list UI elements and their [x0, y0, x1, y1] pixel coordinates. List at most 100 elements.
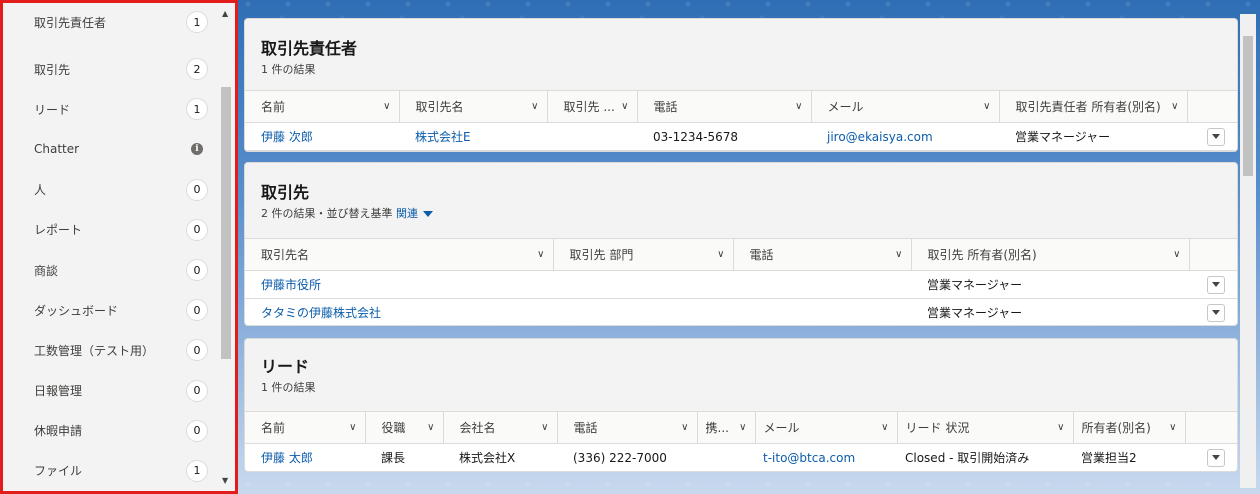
column-header[interactable]: メール ∨ [811, 90, 1000, 123]
scope-item-contacts[interactable]: 取引先責任者 1 [6, 3, 216, 49]
table-cell [553, 270, 733, 299]
scroll-down-icon[interactable]: ▼ [222, 476, 228, 485]
chevron-down-icon: ∨ [621, 101, 629, 112]
scope-label: ダッシュボード [34, 303, 119, 318]
column-header[interactable]: 名前 ∨ [245, 90, 400, 123]
chevron-down-icon: ∨ [349, 422, 357, 433]
search-scope-sidebar: 取引先責任者 1 取引先 2 リード 1 Chatter i 人0 レポート 0 商談 0 … [0, 0, 238, 494]
table-row: 伊藤 太郎 課長 株式会社X (336) 222-7000 t-ito@btca… [245, 443, 1237, 471]
phone-cell: 03-1234-5678 [637, 122, 811, 151]
card-title[interactable]: 取引先 [261, 179, 309, 203]
row-action-cell [1187, 122, 1237, 151]
column-header[interactable]: 取引先 ... ∨ [547, 90, 638, 123]
scope-item-accounts[interactable]: 取引先 2 [6, 49, 216, 89]
row-action-button[interactable] [1207, 448, 1225, 467]
result-count: 1 件の結果 [261, 63, 316, 76]
accounts-results-card: 取引先 2 件の結果・並び替え基準 関連 取引先名 ∨ 取引先 部門 ∨ 電話 ∨ 取… [244, 162, 1238, 326]
count-badge: 1 [186, 98, 208, 121]
actions-header [1185, 411, 1237, 444]
contacts-table: 名前 ∨ 取引先名 ∨ 取引先 ... ∨ 電話 ∨ メール ∨ 取引先責任者 所有者(別… [245, 90, 1237, 151]
count-badge: 0 [186, 419, 208, 442]
account-name-link[interactable]: 伊藤市役所 [245, 270, 553, 299]
scope-item-people[interactable]: 人0 [6, 170, 216, 210]
column-header[interactable]: リード 状況 ∨ [897, 411, 1074, 444]
leads-table: 名前 ∨ 役職 ∨ 会社名 ∨ 電話 ∨ 携... ∨ メール ∨ リード 状況 ∨ 所有者(… [245, 411, 1237, 471]
email-link[interactable]: jiro@ekaisya.com [811, 122, 999, 151]
account-name-link[interactable]: 株式会社E [399, 122, 547, 151]
table-row: タタミの伊藤株式会社 営業マネージャー [245, 298, 1237, 325]
column-header[interactable]: 電話 ∨ [557, 411, 698, 444]
column-header[interactable]: 携... ∨ [697, 411, 756, 444]
scope-item-leave-request[interactable]: 休暇申請 0 [6, 411, 216, 451]
scope-item-timesheet[interactable]: 工数管理（テスト用） 0 [6, 330, 216, 370]
column-header[interactable]: 所有者(別名) ∨ [1073, 411, 1186, 444]
contact-name-link[interactable]: 伊藤 次郎 [245, 122, 399, 151]
email-link[interactable]: t-ito@btca.com [755, 443, 897, 471]
column-header[interactable]: 役職 ∨ [365, 411, 444, 444]
count-badge: 0 [186, 379, 208, 402]
column-header[interactable]: 取引先責任者 所有者(別名) ∨ [999, 90, 1188, 123]
scope-label: ファイル [34, 464, 83, 479]
company-cell: 株式会社X [443, 443, 557, 471]
chevron-down-icon: ∨ [739, 422, 747, 433]
scope-item-reports[interactable]: レポート 0 [6, 210, 216, 250]
caret-down-icon [1212, 282, 1220, 287]
scope-item-daily-report[interactable]: 日報管理 0 [6, 371, 216, 411]
chevron-down-icon: ∨ [1173, 249, 1181, 260]
scope-item-opportunities[interactable]: 商談 0 [6, 250, 216, 290]
lead-name-link[interactable]: 伊藤 太郎 [245, 443, 365, 471]
sort-menu[interactable]: 関連 [396, 207, 433, 220]
row-action-button[interactable] [1207, 127, 1225, 146]
table-row: 伊藤市役所 営業マネージャー [245, 270, 1237, 299]
contacts-results-card: 取引先責任者 1 件の結果 名前 ∨ 取引先名 ∨ 取引先 ... ∨ 電話 ∨ メール… [244, 18, 1238, 152]
table-row: 伊藤 次郎 株式会社E 03-1234-5678 jiro@ekaisya.co… [245, 122, 1237, 151]
scope-item-leads[interactable]: リード 1 [6, 89, 216, 129]
caret-down-icon [1212, 310, 1220, 315]
caret-down-icon [423, 211, 433, 217]
row-action-button[interactable] [1207, 275, 1225, 294]
column-header[interactable]: 取引先 部門 ∨ [553, 238, 734, 271]
status-cell: Closed - 取引開始済み [897, 443, 1073, 471]
table-cell [553, 298, 733, 325]
scope-label: 休暇申請 [34, 424, 83, 439]
sidebar-scrollbar[interactable]: ▲ ▼ [219, 7, 233, 487]
accounts-table: 取引先名 ∨ 取引先 部門 ∨ 電話 ∨ 取引先 所有者(別名) ∨ 伊藤市役所 営業マ… [245, 238, 1237, 325]
scrollbar-thumb[interactable] [221, 87, 231, 359]
chevron-down-icon: ∨ [895, 249, 903, 260]
scrollbar-thumb[interactable] [1243, 36, 1253, 176]
chevron-down-icon: ∨ [681, 422, 689, 433]
scope-item-dashboards[interactable]: ダッシュボード 0 [6, 290, 216, 330]
account-name-link[interactable]: タタミの伊藤株式会社 [245, 298, 553, 325]
chevron-down-icon: ∨ [541, 422, 549, 433]
phone-cell: (336) 222-7000 [557, 443, 697, 471]
column-header[interactable]: メール ∨ [755, 411, 898, 444]
scroll-up-icon[interactable]: ▲ [222, 9, 228, 18]
chevron-down-icon: ∨ [1057, 422, 1065, 433]
scope-list: 取引先責任者 1 取引先 2 リード 1 Chatter i 人0 レポート 0 商談 0 … [6, 3, 216, 491]
card-title[interactable]: 取引先責任者 [261, 35, 357, 59]
column-header[interactable]: 名前 ∨ [245, 411, 366, 444]
column-header[interactable]: 取引先名 ∨ [245, 238, 554, 271]
column-header[interactable]: 電話 ∨ [733, 238, 912, 271]
count-badge: 0 [186, 218, 208, 241]
scope-label: Chatter [34, 142, 80, 157]
count-badge: 0 [186, 299, 208, 322]
owner-cell: 営業マネージャー [911, 298, 1189, 325]
column-header[interactable]: 取引先名 ∨ [399, 90, 548, 123]
count-badge: 0 [186, 259, 208, 282]
card-title[interactable]: リード [261, 353, 309, 377]
scope-item-files[interactable]: ファイル 1 [6, 451, 216, 491]
count-badge: 2 [186, 58, 208, 81]
column-header[interactable]: 電話 ∨ [637, 90, 812, 123]
title-cell: 課長 [365, 443, 443, 471]
result-count: 1 件の結果 [261, 381, 316, 394]
owner-cell: 営業担当2 [1073, 443, 1185, 471]
count-badge: 1 [186, 459, 208, 482]
column-header[interactable]: 取引先 所有者(別名) ∨ [911, 238, 1190, 271]
scope-item-chatter[interactable]: Chatter i [6, 129, 216, 169]
results-scrollbar[interactable] [1240, 14, 1256, 488]
actions-header [1187, 90, 1237, 123]
row-action-button[interactable] [1207, 303, 1225, 322]
column-header[interactable]: 会社名 ∨ [443, 411, 558, 444]
table-cell [733, 270, 911, 299]
